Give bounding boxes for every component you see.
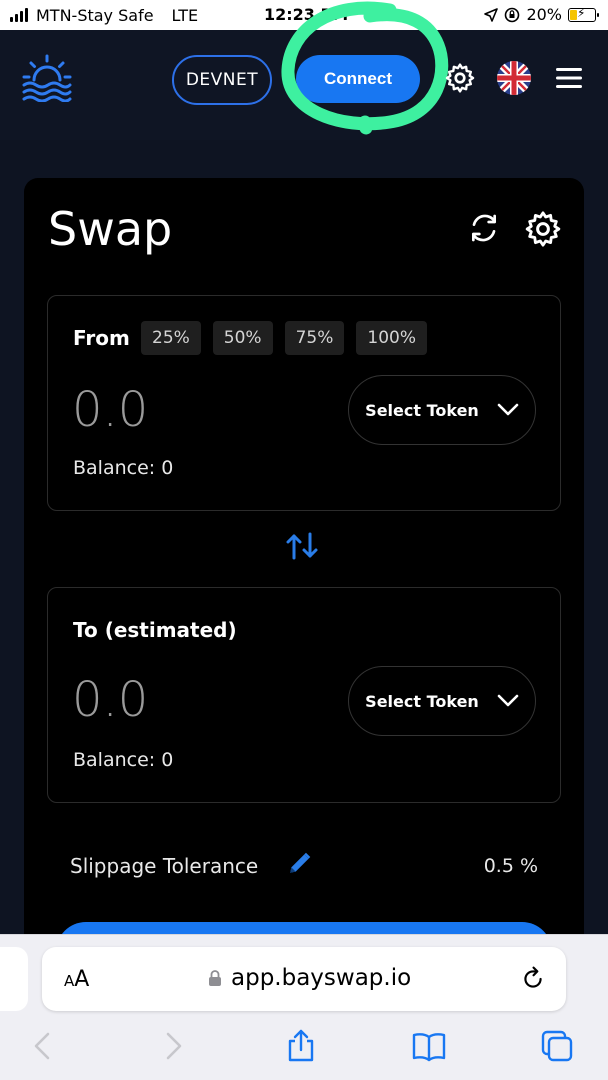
uk-flag-icon[interactable] bbox=[497, 61, 531, 95]
chevron-down-icon bbox=[497, 403, 519, 416]
to-label: To (estimated) bbox=[73, 618, 237, 642]
status-bar: MTN-Stay Safe LTE 12:23 PM 20% ⚡ bbox=[0, 0, 608, 30]
percent-50-button[interactable]: 50% bbox=[212, 321, 273, 355]
from-amount-input[interactable]: 0.0 bbox=[72, 382, 148, 438]
swap-direction-icon[interactable] bbox=[284, 528, 320, 564]
to-select-token-button[interactable]: Select Token bbox=[348, 666, 536, 736]
settings-gear-icon[interactable] bbox=[524, 210, 562, 248]
slippage-label: Slippage Tolerance bbox=[70, 854, 259, 878]
browser-nav-row bbox=[0, 1029, 608, 1069]
share-icon[interactable] bbox=[284, 1029, 318, 1063]
clock: 12:23 PM bbox=[264, 5, 349, 24]
reload-icon[interactable] bbox=[520, 966, 546, 992]
previous-tab-peek[interactable] bbox=[0, 947, 28, 1011]
orientation-lock-icon bbox=[505, 7, 520, 22]
reader-text-size-button[interactable]: AA bbox=[64, 967, 89, 992]
to-balance: Balance: 0 bbox=[73, 749, 174, 771]
swap-title: Swap bbox=[48, 202, 173, 256]
percent-75-button[interactable]: 75% bbox=[284, 321, 345, 355]
from-select-token-button[interactable]: Select Token bbox=[348, 375, 536, 445]
forward-icon[interactable] bbox=[156, 1029, 190, 1063]
from-panel: From 25% 50% 75% 100% 0.0 Select Token B… bbox=[47, 295, 561, 511]
to-panel: To (estimated) 0.0 Select Token Balance:… bbox=[47, 587, 561, 803]
hamburger-menu-icon[interactable] bbox=[556, 68, 582, 88]
refresh-icon[interactable] bbox=[468, 212, 500, 244]
percent-buttons: 25% 50% 75% 100% bbox=[141, 321, 427, 355]
browser-toolbar: AA app.bayswap.io bbox=[0, 934, 608, 1080]
pencil-edit-icon[interactable] bbox=[287, 850, 313, 876]
network-badge[interactable]: DEVNET bbox=[172, 55, 272, 105]
from-balance: Balance: 0 bbox=[73, 457, 174, 479]
select-token-label: Select Token bbox=[365, 691, 479, 711]
slippage-value: 0.5 % bbox=[483, 855, 538, 877]
chevron-down-icon bbox=[497, 694, 519, 707]
battery-percent: 20% bbox=[526, 5, 562, 24]
swap-card: Swap From 25% 50% 75% 100% 0.0 Select To… bbox=[24, 178, 584, 958]
percent-25-button[interactable]: 25% bbox=[141, 321, 201, 355]
gear-icon[interactable] bbox=[444, 62, 476, 94]
carrier-name: MTN-Stay Safe bbox=[36, 5, 154, 25]
location-arrow-icon bbox=[484, 7, 499, 22]
from-label: From bbox=[73, 326, 130, 350]
url-text[interactable]: app.bayswap.io bbox=[231, 965, 411, 991]
address-bar[interactable]: AA app.bayswap.io bbox=[42, 947, 566, 1011]
battery-icon: ⚡ bbox=[568, 6, 599, 22]
connect-button[interactable]: Connect bbox=[296, 55, 420, 103]
back-icon[interactable] bbox=[26, 1029, 60, 1063]
network-type: LTE bbox=[171, 5, 199, 25]
percent-100-button[interactable]: 100% bbox=[356, 321, 427, 355]
tabs-icon[interactable] bbox=[540, 1029, 574, 1063]
to-amount-input[interactable]: 0.0 bbox=[72, 672, 148, 728]
signal-icon bbox=[10, 8, 28, 22]
app-header: DEVNET Connect bbox=[0, 1, 608, 140]
select-token-label: Select Token bbox=[365, 400, 479, 420]
lock-icon bbox=[209, 970, 221, 986]
bookmarks-icon[interactable] bbox=[412, 1029, 446, 1063]
sun-waves-logo-icon[interactable] bbox=[22, 52, 72, 102]
